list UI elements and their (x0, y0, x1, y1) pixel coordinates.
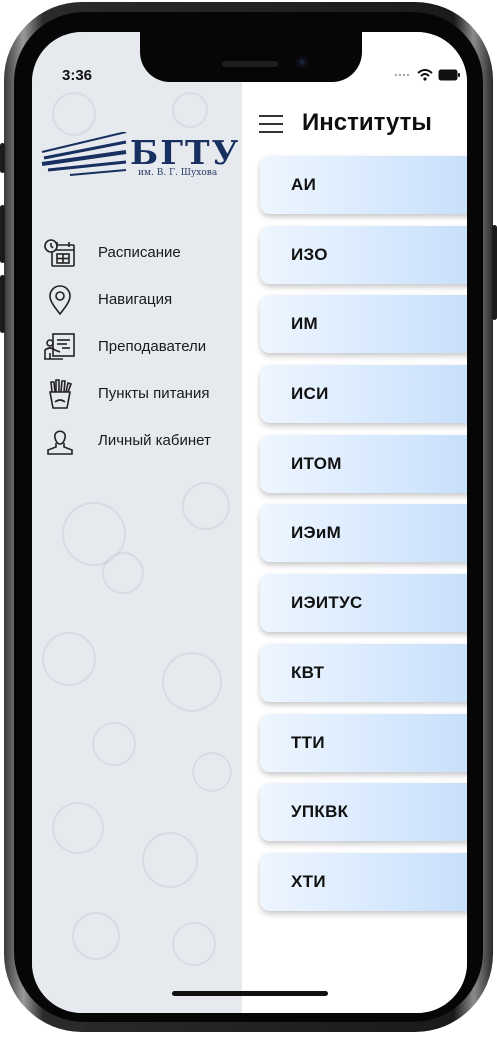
institute-label: ИТОМ (291, 453, 342, 473)
menu-label-account: Личный кабинет (98, 432, 211, 449)
menu-label-schedule: Расписание (98, 244, 181, 261)
power-button (492, 225, 497, 320)
logo-lines-icon (41, 132, 127, 176)
speaker-grille (222, 61, 278, 67)
side-drawer: БГТУ им. В. Г. Шухова Расписание Навигац… (32, 32, 242, 1013)
volume-down-button (0, 275, 5, 333)
menu-item-schedule[interactable]: Расписание (42, 229, 242, 276)
institute-label: ИЭиМ (291, 523, 342, 543)
menu-label-food: Пункты питания (98, 385, 210, 402)
signal-dots-icon (394, 73, 410, 77)
user-icon (42, 423, 78, 459)
institute-card[interactable]: ИСИ (260, 365, 467, 424)
page-title: Институты (302, 109, 432, 136)
menu-item-food[interactable]: Пункты питания (42, 370, 242, 417)
camera-notch (140, 32, 362, 82)
hamburger-icon[interactable] (259, 115, 283, 133)
institute-card[interactable]: АИ (260, 156, 467, 214)
institute-card[interactable]: ИЭИТУС (260, 574, 467, 633)
menu-item-navigation[interactable]: Навигация (42, 276, 242, 323)
drawer-menu: Расписание Навигация Преподаватели Пункт… (42, 229, 242, 464)
teacher-board-icon (42, 329, 78, 365)
institute-label: ИМ (291, 314, 318, 334)
menu-label-teachers: Преподаватели (98, 338, 207, 355)
institute-label: ИСИ (291, 384, 329, 404)
home-indicator[interactable] (172, 991, 328, 996)
status-time: 3:36 (62, 67, 93, 84)
institute-card[interactable]: ХТИ (260, 852, 467, 911)
institute-label: КВТ (291, 662, 325, 682)
institute-card[interactable]: ИМ (260, 295, 467, 354)
logo-subtitle: им. В. Г. Шухова (138, 168, 218, 178)
menu-item-account[interactable]: Личный кабинет (42, 417, 242, 464)
logo-title: БГТУ (130, 133, 241, 172)
institute-card[interactable]: УПКВК (260, 783, 467, 842)
menu-label-navigation: Навигация (98, 291, 173, 308)
map-pin-icon (42, 282, 78, 318)
front-camera (296, 56, 308, 68)
institutes-list: АИ ИЗО ИМ ИСИ ИТОМ ИЭиМ ИЭИТУС КВТ ТТИ У… (260, 156, 467, 923)
mute-switch (0, 143, 5, 173)
institute-card[interactable]: ИТОМ (260, 434, 467, 493)
status-icons (394, 69, 460, 81)
institute-card[interactable]: ИЭиМ (260, 504, 467, 563)
battery-icon (438, 69, 460, 81)
food-icon (42, 376, 78, 412)
wifi-icon (417, 69, 433, 81)
institute-label: ХТИ (291, 871, 326, 891)
app-screen: БГТУ им. В. Г. Шухова Расписание Навигац… (32, 32, 467, 1013)
bgtu-logo: БГТУ им. В. Г. Шухова (40, 132, 238, 182)
institute-label: ИЗО (291, 244, 328, 264)
institute-label: УПКВК (291, 802, 349, 822)
volume-up-button (0, 205, 5, 263)
institute-card[interactable]: ИЗО (260, 225, 467, 284)
institute-card[interactable]: ТТИ (260, 713, 467, 772)
institute-card[interactable]: КВТ (260, 643, 467, 702)
institute-label: ТТИ (291, 732, 325, 752)
menu-item-teachers[interactable]: Преподаватели (42, 323, 242, 370)
calendar-clock-icon (42, 235, 78, 271)
institute-label: ИЭИТУС (291, 593, 363, 613)
institute-label: АИ (291, 175, 317, 194)
